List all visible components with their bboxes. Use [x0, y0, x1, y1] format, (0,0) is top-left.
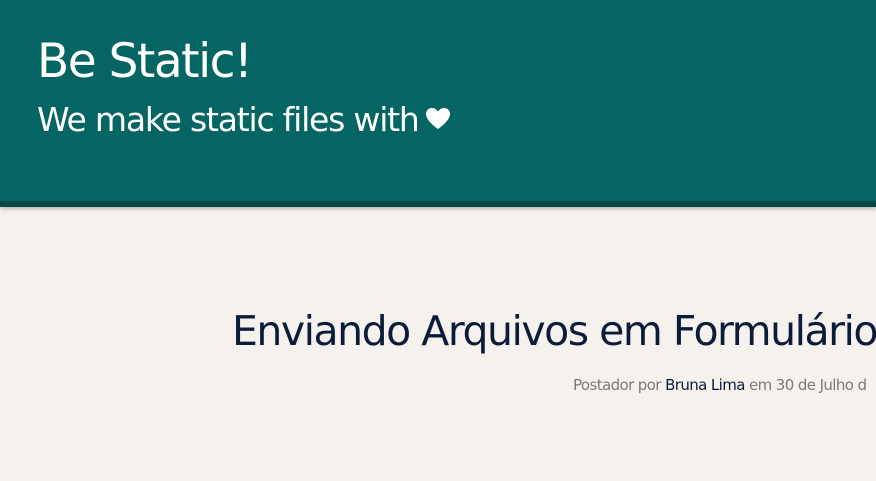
post-date: em 30 de Julho d [749, 376, 867, 394]
post-title[interactable]: Enviando Arquivos em Formulário [232, 305, 876, 357]
post-meta-prefix: Postador por [573, 376, 661, 394]
tagline-text: We make static files with [37, 100, 420, 139]
site-header: Be Static! We make static files with [0, 0, 876, 207]
author-link[interactable]: Bruna Lima [665, 376, 745, 394]
site-tagline: We make static files with [37, 98, 451, 144]
site-title[interactable]: Be Static! [37, 34, 253, 90]
post-meta: Postador por Bruna Lima em 30 de Julho d [573, 374, 867, 396]
heart-icon [425, 97, 451, 141]
